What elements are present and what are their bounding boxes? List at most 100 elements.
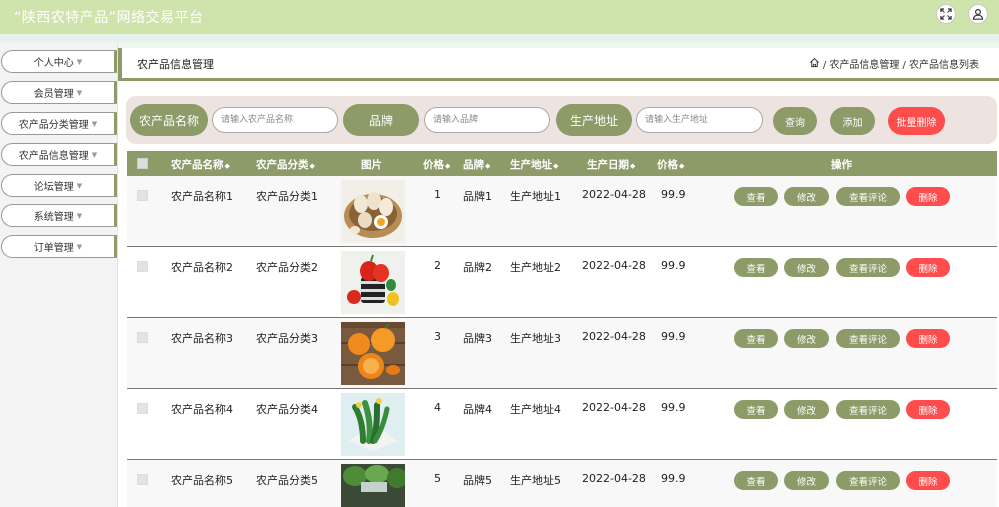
sidebar-item-member-management[interactable]: 会员管理 ▼ (1, 81, 117, 104)
column-header-category[interactable]: 农产品分类◆ (256, 157, 315, 172)
breadcrumb-product-management[interactable]: / 农产品信息管理 (823, 56, 900, 71)
sidebar: 个人中心 ▼ 会员管理 ▼ 农产品分类管理 ▼ 农产品信息管理 ▼ 论坛管理 ▼ 系统管理… (0, 42, 118, 507)
cell-category: 农产品分类5 (256, 474, 318, 487)
column-header-name[interactable]: 农产品名称◆ (171, 157, 230, 172)
brand-input[interactable] (424, 107, 550, 133)
cell-price: 1 (434, 188, 441, 201)
edit-button[interactable]: 修改 (784, 400, 829, 419)
sidebar-item-label: 个人中心 (33, 58, 74, 69)
column-header-image: 图片 (361, 159, 382, 171)
fullscreen-icon[interactable] (936, 4, 956, 24)
row-checkbox[interactable] (137, 332, 148, 343)
delete-button[interactable]: 删除 (906, 187, 950, 206)
view-comments-button[interactable]: 查看评论 (836, 471, 900, 490)
view-button[interactable]: 查看 (734, 187, 778, 206)
column-header-price2[interactable]: 价格◆ (657, 157, 684, 172)
delete-button[interactable]: 删除 (906, 471, 950, 490)
chevron-down-icon: ▼ (76, 181, 83, 190)
brand-label: 品牌 (343, 104, 419, 136)
cell-price: 2 (434, 259, 441, 272)
edit-button[interactable]: 修改 (784, 258, 829, 277)
sort-icon: ◆ (445, 162, 451, 170)
delete-button[interactable]: 删除 (906, 258, 950, 277)
chevron-down-icon: ▼ (76, 57, 83, 66)
peppers-photo (341, 251, 405, 314)
view-button[interactable]: 查看 (734, 400, 778, 419)
page-title: 农产品信息管理 (137, 58, 214, 71)
column-header-brand[interactable]: 品牌◆ (463, 157, 490, 172)
cell-name: 农产品名称2 (171, 261, 233, 274)
cell-origin: 生产地址1 (510, 190, 561, 203)
cucumbers-photo (341, 393, 405, 456)
cell-origin: 生产地址4 (510, 403, 561, 416)
cell-name: 农产品名称5 (171, 474, 233, 487)
cell-category: 农产品分类2 (256, 261, 318, 274)
cell-name: 农产品名称3 (171, 332, 233, 345)
cell-brand: 品牌1 (463, 190, 492, 203)
delete-button[interactable]: 删除 (906, 400, 950, 419)
cell-category: 农产品分类4 (256, 403, 318, 416)
cell-origin: 生产地址2 (510, 261, 561, 274)
cell-price2: 99.9 (661, 188, 686, 201)
row-checkbox[interactable] (137, 261, 148, 272)
column-header-origin[interactable]: 生产地址◆ (510, 157, 558, 172)
column-header-date[interactable]: 生产日期◆ (587, 157, 635, 172)
cell-price: 3 (434, 330, 441, 343)
view-button[interactable]: 查看 (734, 329, 778, 348)
cell-price2: 99.9 (661, 401, 686, 414)
sidebar-item-personal-center[interactable]: 个人中心 ▼ (1, 50, 117, 73)
header-divider (118, 78, 999, 81)
select-all-checkbox[interactable] (137, 158, 148, 169)
user-icon[interactable] (968, 4, 988, 24)
sidebar-item-order-management[interactable]: 订单管理 ▼ (1, 235, 117, 258)
row-checkbox[interactable] (137, 190, 148, 201)
view-button[interactable]: 查看 (734, 258, 778, 277)
breadcrumb-product-list: / 农产品信息列表 (902, 60, 979, 71)
origin-label: 生产地址 (556, 104, 632, 136)
search-bar: 农产品名称 品牌 生产地址 查询 添加 批量删除 (126, 96, 997, 144)
chevron-down-icon: ▼ (76, 211, 83, 220)
table-row: 农产品名称2 农产品分类2 2 品牌2 生产地址2 2022-04-28 99.… (127, 247, 997, 318)
product-name-input[interactable] (212, 107, 338, 133)
cell-price: 5 (434, 472, 441, 485)
row-checkbox[interactable] (137, 403, 148, 414)
vegetables-photo (341, 464, 405, 507)
sidebar-item-product-management[interactable]: 农产品信息管理 ▼ (1, 143, 117, 166)
view-comments-button[interactable]: 查看评论 (836, 187, 900, 206)
sort-icon: ◆ (485, 162, 491, 170)
table-row: 农产品名称5 农产品分类5 5 品牌5 生产地址5 2022-04-28 99.… (127, 460, 997, 507)
cell-brand: 品牌5 (463, 474, 492, 487)
sidebar-item-system-management[interactable]: 系统管理 ▼ (1, 204, 117, 227)
view-comments-button[interactable]: 查看评论 (836, 329, 900, 348)
sort-icon: ◆ (553, 162, 559, 170)
table-row: 农产品名称3 农产品分类3 3 品牌3 生产地址3 2022-04-28 99.… (127, 318, 997, 389)
chevron-down-icon: ▼ (91, 150, 98, 159)
column-header-price[interactable]: 价格◆ (423, 157, 450, 172)
cell-category: 农产品分类3 (256, 332, 318, 345)
sort-icon: ◆ (309, 162, 315, 170)
chevron-down-icon: ▼ (76, 242, 83, 251)
edit-button[interactable]: 修改 (784, 329, 829, 348)
delete-button[interactable]: 删除 (906, 329, 950, 348)
edit-button[interactable]: 修改 (784, 471, 829, 490)
cell-brand: 品牌4 (463, 403, 492, 416)
add-button[interactable]: 添加 (830, 107, 875, 135)
query-button[interactable]: 查询 (773, 107, 817, 135)
sidebar-item-forum-management[interactable]: 论坛管理 ▼ (1, 174, 117, 197)
view-comments-button[interactable]: 查看评论 (836, 258, 900, 277)
table-row: 农产品名称1 农产品分类1 1 品牌1 生产地址1 2022-04-28 99.… (127, 176, 997, 247)
view-comments-button[interactable]: 查看评论 (836, 400, 900, 419)
home-icon[interactable] (809, 57, 820, 71)
cell-price: 4 (434, 401, 441, 414)
sidebar-item-label: 订单管理 (33, 243, 74, 254)
view-button[interactable]: 查看 (734, 471, 778, 490)
edit-button[interactable]: 修改 (784, 187, 829, 206)
row-checkbox[interactable] (137, 474, 148, 485)
origin-input[interactable] (636, 107, 763, 133)
cell-date: 2022-04-28 (582, 188, 646, 201)
sidebar-item-label: 农产品分类管理 (18, 120, 89, 131)
chevron-down-icon: ▼ (91, 119, 98, 128)
sidebar-item-category-management[interactable]: 农产品分类管理 ▼ (1, 112, 117, 135)
batch-delete-button[interactable]: 批量删除 (888, 107, 945, 135)
cell-category: 农产品分类1 (256, 190, 318, 203)
